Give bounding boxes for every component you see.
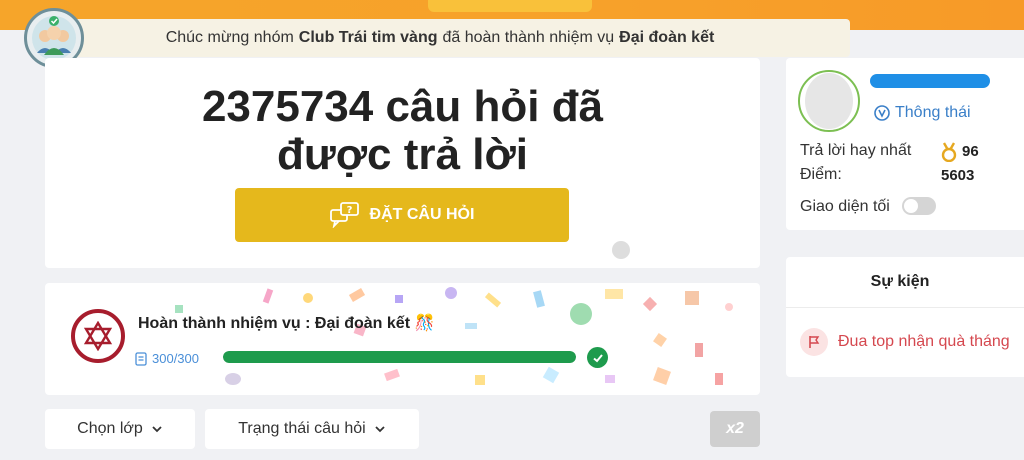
club-notice-banner: Chúc mừng nhóm Club Trái tim vàng đã hoà… (30, 19, 850, 57)
dark-mode-label: Giao diện tối (800, 198, 890, 215)
profile-card: Thông thái Trả lời hay nhất 96 Điểm: 560… (786, 58, 1024, 230)
mission-title: Hoàn thành nhiệm vụ : Đại đoàn kết 🎊 (138, 315, 435, 332)
events-title: Sự kiện (870, 273, 930, 290)
event-item-top-monthly[interactable]: Đua top nhận quà tháng (800, 328, 1010, 356)
ask-question-icon: ? (329, 202, 359, 228)
decorative-dot (612, 241, 630, 259)
best-answers-label: Trả lời hay nhất (800, 142, 912, 159)
avatar-image (805, 73, 853, 129)
event-item-label: Đua top nhận quà tháng (838, 333, 1010, 350)
mission-progress-fill (223, 351, 576, 363)
events-card: Sự kiện Đua top nhận quà tháng (786, 257, 1024, 377)
questions-hero-card: 2375734 câu hỏi đã được trả lời ? ĐẶT CÂ… (45, 58, 760, 268)
notice-mission-name: Đại đoàn kết (619, 29, 715, 46)
mission-badge (71, 309, 125, 363)
chevron-down-icon (375, 426, 385, 433)
ask-question-button[interactable]: ? ĐẶT CÂU HỎI (235, 188, 569, 242)
mission-complete-check-icon (587, 347, 608, 368)
top-bar-tab[interactable] (428, 0, 592, 12)
points-value: 5603 (941, 167, 975, 184)
dark-mode-toggle[interactable] (902, 197, 936, 215)
x2-points-button[interactable]: x2 (710, 411, 760, 447)
ask-question-label: ĐẶT CÂU HỎI (369, 206, 475, 223)
user-rank-label: Thông thái (895, 104, 971, 121)
star-of-david-icon (83, 321, 113, 351)
chevron-down-icon (152, 426, 162, 433)
user-rank: Thông thái (874, 104, 971, 122)
events-divider (786, 307, 1024, 308)
answered-count-title: 2375734 câu hỏi đã được trả lời (45, 83, 760, 179)
grade-select-label: Chọn lớp (77, 420, 143, 437)
dark-mode-toggle-knob (904, 199, 918, 213)
svg-text:?: ? (346, 205, 352, 216)
mission-count-value: 300/300 (152, 351, 199, 366)
mission-count: 300/300 (135, 351, 199, 366)
flag-icon (800, 328, 828, 356)
question-status-label: Trạng thái câu hỏi (238, 420, 366, 437)
mission-progress-bar (223, 351, 576, 363)
notice-middle: đã hoàn thành nhiệm vụ (442, 29, 615, 46)
notice-club-name[interactable]: Club Trái tim vàng (299, 29, 438, 47)
rank-badge-icon (874, 105, 890, 121)
user-avatar[interactable] (798, 70, 860, 132)
club-group-icon (32, 16, 76, 60)
question-status-select[interactable]: Trạng thái câu hỏi (205, 409, 419, 449)
medal-icon (941, 142, 957, 162)
mission-card: Hoàn thành nhiệm vụ : Đại đoàn kết 🎊 300… (45, 283, 760, 395)
best-answers-value: 96 (962, 143, 979, 160)
title-line-2: được trả lời (277, 130, 528, 179)
title-line-1: 2375734 câu hỏi đã (201, 82, 604, 131)
points-label: Điểm: (800, 166, 842, 183)
document-icon (135, 351, 147, 366)
redacted-username (870, 74, 990, 88)
notice-prefix: Chúc mừng nhóm (165, 29, 294, 46)
grade-select[interactable]: Chọn lớp (45, 409, 195, 449)
